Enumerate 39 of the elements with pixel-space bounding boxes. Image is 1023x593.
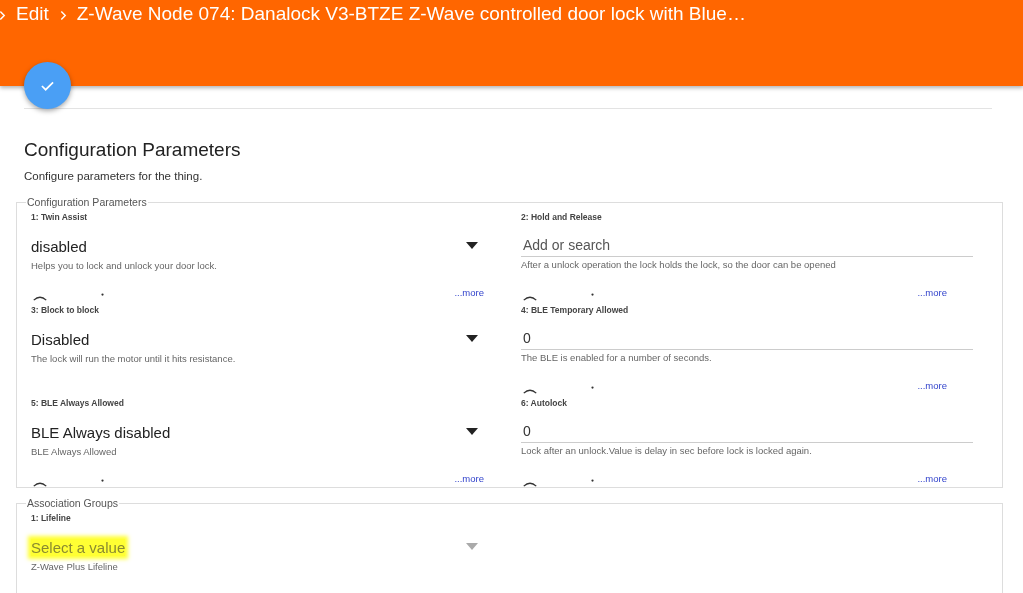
parameter-description: Helps you to lock and unlock your door lock. (31, 260, 218, 271)
parameter-description: BLE Always Allowed (31, 446, 118, 457)
dot-icon (591, 386, 594, 389)
caret-icon (466, 242, 478, 250)
parameter-label: 3: Block to block (31, 305, 100, 317)
caret-icon (466, 428, 478, 436)
checkmark-icon (41, 80, 54, 91)
section-title: Configuration Parameters (24, 139, 242, 161)
parameter-label: 6: Autolock (521, 398, 568, 410)
parameter-description: The BLE is enabled for a number of seconds. (521, 352, 713, 363)
more-link[interactable]: ...more (454, 287, 484, 298)
caret-icon (466, 543, 478, 551)
dropdown-field[interactable]: disabled (31, 234, 486, 258)
breadcrumb-item: Z-Wave Node 074: Danalock V3-BTZE Z-Wave controlled door lock with Blue… (76, 3, 746, 25)
chevron-icon (59, 9, 67, 21)
more-link[interactable]: ...more (917, 380, 947, 391)
group-legend: Association Groups (26, 497, 120, 509)
group-legend: Configuration Parameters (26, 196, 148, 208)
dot-icon (591, 293, 594, 296)
parameter-label: 1: Lifeline (31, 513, 72, 525)
section-subtitle: Configure parameters for the thing. (24, 170, 204, 182)
more-link[interactable]: ...more (454, 473, 484, 484)
parameter-label: 4: BLE Temporary Allowed (521, 305, 630, 317)
more-link[interactable]: ...more (917, 287, 947, 298)
caret-icon (466, 335, 478, 343)
parameter-label: 5: BLE Always Allowed (31, 398, 125, 410)
parameter-description: Lock after an unlock.Value is delay in sec before lock is locked again. (521, 445, 813, 456)
parameter-description: After a unlock operation the lock holds the lock, so the door can be opened (521, 259, 837, 270)
dot-icon (101, 479, 104, 482)
chevron-icon (0, 9, 6, 21)
more-link[interactable]: ...more (917, 473, 947, 484)
parameter-description: The lock will run the motor until it hits resistance. (31, 353, 237, 364)
dot-icon (591, 479, 594, 482)
dropdown-field[interactable]: Disabled (31, 327, 486, 351)
parameter-label: 1: Twin Assist (31, 212, 89, 224)
dot-icon (101, 293, 104, 296)
parameter-description: Z-Wave Plus Lifeline (31, 561, 119, 572)
dropdown-field[interactable]: BLE Always disabled (31, 420, 486, 444)
parameter-label: 2: Hold and Release (521, 212, 603, 224)
